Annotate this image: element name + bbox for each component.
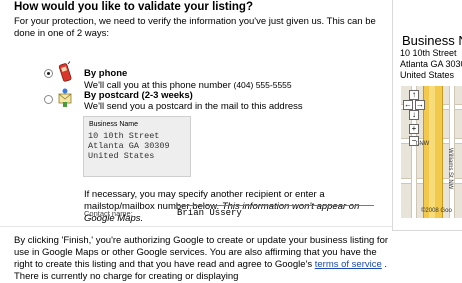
pan-right-control[interactable]: →: [415, 100, 425, 110]
postcard-icon: [57, 88, 73, 108]
postcard-option-title: By postcard (2-3 weeks): [84, 90, 193, 101]
pan-down-control[interactable]: ↓: [409, 110, 419, 120]
postcard-business-name: Business Name: [89, 121, 139, 128]
postcard-option-desc: We'll send you a postcard in the mail to…: [84, 101, 303, 112]
panel-address-line: 10 10th Street: [400, 48, 457, 58]
pan-left-control[interactable]: ←: [403, 100, 413, 110]
panel-address-line: United States: [400, 70, 455, 80]
location-map[interactable]: ↑ ← → ↓ + − Williams St NW t NW ©2008 Go…: [401, 86, 462, 218]
contact-name-input[interactable]: [174, 205, 374, 219]
contact-name-label: Contact name:: [84, 209, 133, 218]
intro-text: For your protection, we need to verify t…: [14, 16, 376, 39]
postcard-address-line: Atlanta GA 30309: [88, 141, 170, 151]
map-street-label: Williams St NW: [447, 148, 453, 190]
phone-icon: [57, 61, 73, 84]
postcard-radio[interactable]: [44, 95, 53, 104]
panel-business-name: Business Name: [402, 33, 462, 48]
divider: [0, 226, 392, 227]
pan-up-control[interactable]: ↑: [409, 90, 419, 100]
postcard-address-preview: Business Name 10 10th Street Atlanta GA …: [83, 116, 191, 177]
phone-number: (404) 555-5555: [233, 80, 292, 90]
terms-of-service-link[interactable]: terms of service: [315, 259, 382, 270]
phone-radio[interactable]: [44, 69, 53, 78]
map-highway-lane: [429, 86, 435, 218]
listing-preview-panel: Business Name 10 10th Street Atlanta GA …: [392, 0, 462, 231]
zoom-in-control[interactable]: +: [409, 124, 419, 134]
phone-option-title: By phone: [84, 68, 128, 79]
page-heading: How would you like to validate your list…: [14, 1, 253, 13]
map-copyright: ©2008 Goo: [421, 208, 452, 214]
panel-address-line: Atlanta GA 30309: [400, 59, 462, 69]
legal-footer: By clicking 'Finish,' you're authorizing…: [14, 235, 394, 283]
postcard-address-line: United States: [88, 151, 155, 161]
postcard-address-line: 10 10th Street: [88, 131, 160, 141]
map-street-label-nw: t NW: [416, 141, 430, 147]
